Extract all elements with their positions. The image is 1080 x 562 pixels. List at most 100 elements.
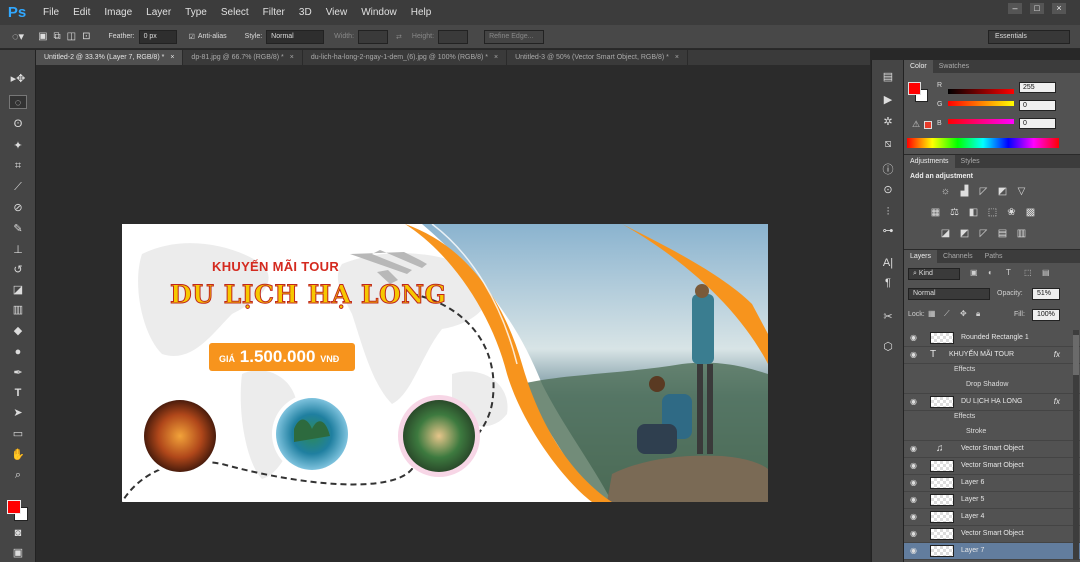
blur-tool-icon[interactable]: ◆ xyxy=(9,324,27,338)
new-selection-icon[interactable]: ▣ xyxy=(38,31,47,42)
minimize-icon[interactable]: – xyxy=(1008,3,1022,14)
brush-tool-icon[interactable]: ✎ xyxy=(9,222,27,236)
tab-adjustments[interactable]: Adjustments xyxy=(904,155,955,168)
layer-filter-select[interactable]: ⌕ Kind xyxy=(908,268,960,280)
layer-row-layer-5[interactable]: ◉ Layer 5 xyxy=(904,492,1080,509)
menu-image[interactable]: Image xyxy=(97,7,139,18)
subtract-selection-icon[interactable]: ◫ xyxy=(67,31,76,42)
hand-tool-icon[interactable]: ✋ xyxy=(9,448,27,462)
properties-icon[interactable]: ⫶ xyxy=(880,205,896,219)
crop-tool-icon[interactable]: ⌗ xyxy=(9,159,27,173)
visibility-eye-icon[interactable]: ◉ xyxy=(910,350,920,359)
drop-shadow-row[interactable]: Drop Shadow xyxy=(904,378,1080,394)
zoom-tool-icon[interactable]: ⌕ xyxy=(9,468,27,482)
move-tool-icon[interactable]: ▸✥ xyxy=(9,72,27,86)
lock-position-icon[interactable]: ✥ xyxy=(960,309,967,318)
close-icon[interactable]: × xyxy=(1052,3,1066,14)
threshold-icon[interactable]: ◸ xyxy=(978,228,989,239)
color-lookup-icon[interactable]: ▩ xyxy=(1025,207,1036,218)
curves-icon[interactable]: ◸ xyxy=(978,186,989,197)
red-value-input[interactable]: 255 xyxy=(1019,82,1056,93)
menu-filter[interactable]: Filter xyxy=(256,7,292,18)
visibility-eye-icon[interactable]: ◉ xyxy=(910,333,920,342)
menu-window[interactable]: Window xyxy=(354,7,404,18)
history-brush-icon[interactable]: ↺ xyxy=(9,263,27,277)
selective-color-icon[interactable]: ▥ xyxy=(1016,228,1027,239)
info-icon[interactable]: ⓘ xyxy=(880,163,896,177)
layer-row-vector-smart-object[interactable]: ◉ ♫ Vector Smart Object xyxy=(904,441,1080,458)
green-slider[interactable] xyxy=(948,101,1014,106)
close-icon[interactable]: × xyxy=(494,54,498,61)
brightness-icon[interactable]: ☼ xyxy=(940,186,951,197)
marquee-preset-icon[interactable]: ◌▾ xyxy=(12,30,24,43)
quick-mask-icon[interactable]: ◙ xyxy=(9,526,27,540)
tab-du-lich-ha-long[interactable]: du-lich-ha-long-2-ngay-1-dem_(6).jpg @ 1… xyxy=(303,50,508,65)
exposure-icon[interactable]: ◩ xyxy=(997,186,1008,197)
tab-paths[interactable]: Paths xyxy=(979,250,1009,263)
gradient-tool-icon[interactable]: ▥ xyxy=(9,303,27,317)
visibility-eye-icon[interactable]: ◉ xyxy=(910,495,920,504)
layer-row-layer-4[interactable]: ◉ Layer 4 xyxy=(904,509,1080,526)
add-selection-icon[interactable]: ⧉ xyxy=(54,31,61,42)
tab-color[interactable]: Color xyxy=(904,60,933,73)
layers-scroll-thumb[interactable] xyxy=(1073,335,1079,375)
elliptical-marquee-icon[interactable]: ◌ xyxy=(9,95,27,109)
height-input[interactable] xyxy=(438,29,469,44)
tab-untitled-3[interactable]: Untitled-3 @ 50% (Vector Smart Object, R… xyxy=(507,50,688,65)
swap-icon[interactable]: ⇄ xyxy=(396,33,402,41)
red-slider[interactable] xyxy=(948,89,1014,94)
eraser-icon[interactable]: ◪ xyxy=(9,283,27,297)
intersect-selection-icon[interactable]: ⊡ xyxy=(82,31,90,42)
close-icon[interactable]: × xyxy=(170,54,174,61)
menu-file[interactable]: File xyxy=(36,7,66,18)
layer-row-vector-smart-object[interactable]: ◉ Vector Smart Object xyxy=(904,458,1080,475)
visibility-eye-icon[interactable]: ◉ xyxy=(910,512,920,521)
tab-layers[interactable]: Layers xyxy=(904,250,938,263)
black-white-icon[interactable]: ◧ xyxy=(968,207,979,218)
fill-input[interactable]: 100% xyxy=(1032,309,1060,321)
screen-mode-icon[interactable]: ▣ xyxy=(9,546,27,560)
style-select[interactable]: Normal xyxy=(266,29,325,44)
menu-help[interactable]: Help xyxy=(404,7,439,18)
fx-icon[interactable]: fx xyxy=(1054,350,1060,359)
effects-row[interactable]: Effects xyxy=(904,411,1080,425)
menu-edit[interactable]: Edit xyxy=(66,7,97,18)
close-icon[interactable]: × xyxy=(290,54,294,61)
effects-row[interactable]: Effects xyxy=(904,364,1080,378)
layer-row-du-lich-ha-long[interactable]: ◉ DU LỊCH HẠ LONG fx xyxy=(904,394,1080,411)
color-spectrum-ramp[interactable] xyxy=(907,138,1059,148)
invert-icon[interactable]: ◪ xyxy=(940,228,951,239)
channel-mixer-icon[interactable]: ❀ xyxy=(1006,207,1017,218)
stroke-row[interactable]: Stroke xyxy=(904,425,1080,441)
layer-row-khuyen-mai-tour[interactable]: ◉ T KHUYẾN MÃI TOUR fx xyxy=(904,347,1080,364)
filter-shape-icon[interactable]: ⬚ xyxy=(1024,268,1032,277)
lasso-tool-icon[interactable]: ʘ xyxy=(9,117,27,131)
visibility-eye-icon[interactable]: ◉ xyxy=(910,444,920,453)
brush-settings-icon[interactable]: ✲ xyxy=(880,115,896,129)
menu-layer[interactable]: Layer xyxy=(139,7,178,18)
tab-dp-81[interactable]: dp-81.jpg @ 66.7% (RGB/8) * × xyxy=(183,50,303,65)
visibility-eye-icon[interactable]: ◉ xyxy=(910,478,920,487)
blue-slider[interactable] xyxy=(948,119,1014,124)
lock-all-icon[interactable]: 🔒︎ xyxy=(976,309,980,319)
history-icon[interactable]: ▤ xyxy=(880,70,896,84)
photo-filter-icon[interactable]: ⬚ xyxy=(987,207,998,218)
feather-input[interactable]: 0 px xyxy=(138,29,177,44)
refine-edge-button[interactable]: Refine Edge... xyxy=(484,29,545,44)
menu-select[interactable]: Select xyxy=(214,7,256,18)
dodge-tool-icon[interactable]: ● xyxy=(9,345,27,359)
shape-tool-icon[interactable]: ▭ xyxy=(9,427,27,441)
menu-view[interactable]: View xyxy=(319,7,355,18)
green-value-input[interactable]: 0 xyxy=(1019,100,1056,111)
visibility-eye-icon[interactable]: ◉ xyxy=(910,529,920,538)
cube-3d-icon[interactable]: ⬡ xyxy=(880,340,896,354)
filter-type-icon[interactable]: T xyxy=(1006,268,1011,277)
tab-channels[interactable]: Channels xyxy=(937,250,979,263)
visibility-eye-icon[interactable]: ◉ xyxy=(910,461,920,470)
clone-source-icon[interactable]: ⊙ xyxy=(880,183,896,197)
fx-icon[interactable]: fx xyxy=(1054,397,1060,406)
restore-icon[interactable]: □ xyxy=(1030,3,1044,14)
tab-untitled-2[interactable]: Untitled-2 @ 33.3% (Layer 7, RGB/8) * × xyxy=(36,50,184,65)
layer-row-layer-6[interactable]: ◉ Layer 6 xyxy=(904,475,1080,492)
tool-presets-icon[interactable]: ⧅ xyxy=(880,137,896,151)
